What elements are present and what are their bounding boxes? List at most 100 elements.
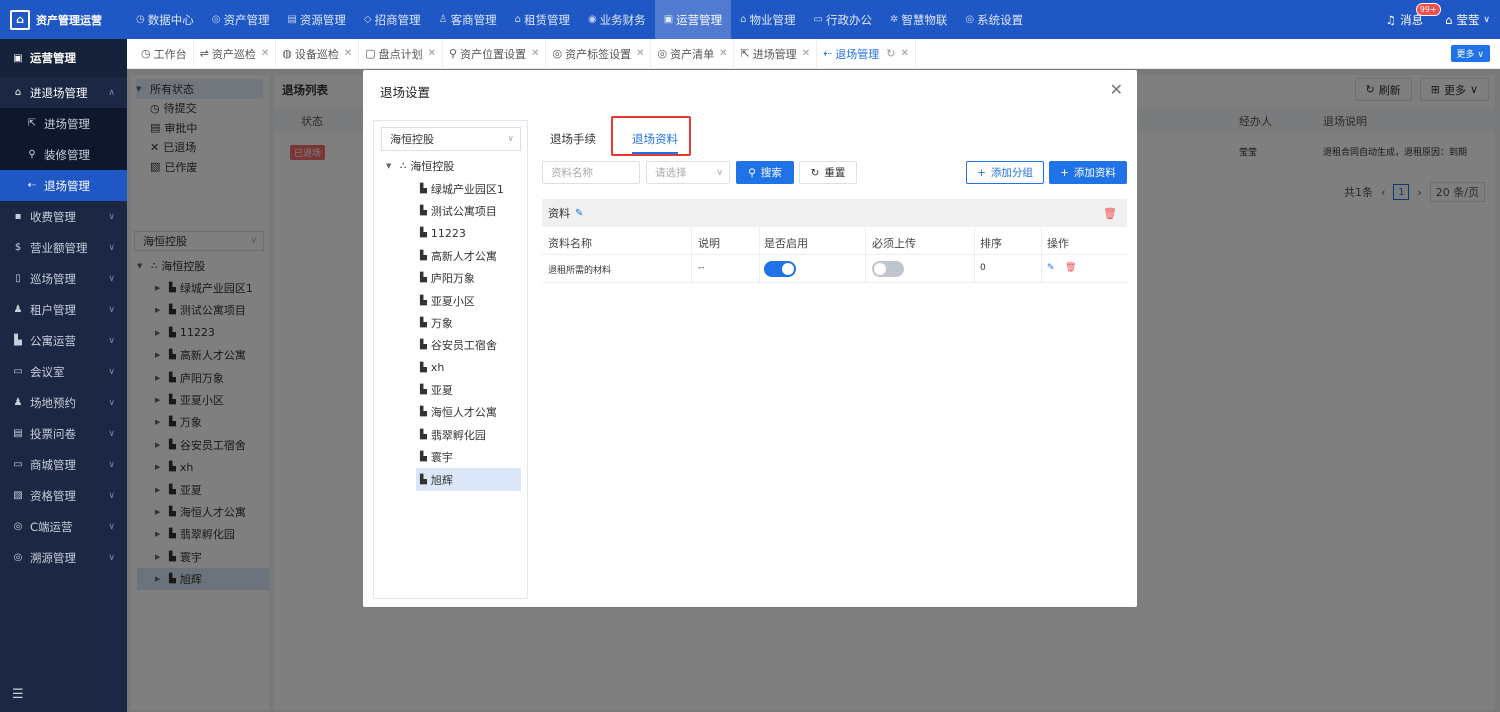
tree-node-label: 亚夏 (430, 384, 453, 398)
topnav-item[interactable]: ⌂ 物业管理 (731, 0, 804, 39)
reset-label: 重置 (824, 167, 846, 179)
page-tab[interactable]: ⇌ 资产巡检 ✕ (194, 38, 277, 69)
close-icon[interactable]: ✕ (802, 48, 810, 59)
page-tab[interactable]: ⇱ 进场管理 ✕ (734, 38, 818, 69)
sidebar-item[interactable]: ⇠ 退场管理 (0, 170, 127, 201)
close-icon[interactable]: ✕ (636, 48, 644, 59)
tree-node-label: 海恒控股 (410, 160, 455, 174)
sidebar-item[interactable]: ▪ 收费管理 ∨ (0, 201, 127, 232)
tabs-more-button[interactable]: 更多 ∨ (1450, 45, 1490, 62)
required-toggle[interactable] (872, 261, 904, 277)
close-icon[interactable]: ✕ (261, 48, 269, 59)
tree-node[interactable]: ▙ 旭辉 (416, 468, 521, 491)
sidebar-item[interactable]: $ 营业额管理 ∨ (0, 232, 127, 263)
sidebar-header[interactable]: ▣ 运营管理 (0, 39, 127, 77)
building-icon: ▙ (420, 250, 427, 261)
tree-node[interactable]: ▙ 测试公寓项目 (386, 200, 527, 222)
close-icon[interactable]: ✕ (344, 48, 352, 59)
topnav-item[interactable]: ◷ 数据中心 (127, 0, 203, 39)
delete-icon[interactable]: 🗑 (1103, 207, 1117, 220)
edit-icon[interactable]: ✎ (575, 208, 583, 219)
sidebar-item[interactable]: ◎ C端运营 ∨ (0, 511, 127, 542)
brand[interactable]: ⌂ 资产管理运营 (0, 0, 127, 39)
refresh-icon[interactable]: ↻ (886, 47, 895, 60)
sidebar-item[interactable]: ⇱ 进场管理 (0, 108, 127, 139)
sidebar-item[interactable]: ▭ 商城管理 ∨ (0, 449, 127, 480)
tree-node[interactable]: ▙ 绿城产业园区1 (386, 177, 527, 199)
topnav-item[interactable]: ◎ 系统设置 (956, 0, 1032, 39)
topnav-item[interactable]: ◇ 招商管理 (355, 0, 430, 39)
page-tab-active[interactable]: ⇠ 退场管理 ↻ ✕ (817, 38, 916, 69)
sidebar-item[interactable]: ◎ 溯源管理 ∨ (0, 542, 127, 573)
sidebar-item[interactable]: ▙ 公寓运营 ∨ (0, 325, 127, 356)
edit-icon[interactable]: ✎ (1047, 263, 1055, 273)
page-tab[interactable]: ◎ 资产清单 ✕ (651, 38, 735, 69)
sidebar-item[interactable]: ▯ 巡场管理 ∨ (0, 263, 127, 294)
dialog-org-select[interactable]: 海恒控股 ∨ (381, 127, 521, 151)
sidebar-item[interactable]: ▭ 会议室 ∨ (0, 356, 127, 387)
tree-node[interactable]: ▙ 高新人才公寓 (386, 245, 527, 267)
sidebar-item[interactable]: ▤ 投票问卷 ∨ (0, 418, 127, 449)
tree-node[interactable]: ▙ 谷安员工宿舍 (386, 334, 527, 356)
close-icon[interactable]: ✕ (1110, 80, 1123, 99)
tree-node[interactable]: ▙ 寰宇 (386, 446, 527, 468)
topnav-item[interactable]: ▤ 资源管理 (278, 0, 354, 39)
close-icon[interactable]: ✕ (901, 48, 909, 59)
tree-node[interactable]: ▙ xh (386, 357, 527, 379)
sidebar-item[interactable]: ♟ 租户管理 ∨ (0, 294, 127, 325)
reset-button[interactable]: ↻ 重置 (799, 161, 857, 184)
topnav-item[interactable]: ▣ 运营管理 (654, 0, 732, 39)
tree-node[interactable]: ▙ 万象 (386, 312, 527, 334)
enabled-toggle[interactable] (764, 261, 796, 277)
page-tab[interactable]: ◷ 工作台 (135, 38, 194, 69)
chevron-down-icon: ∨ (108, 304, 115, 315)
topnav-item[interactable]: ✲ 智慧物联 (881, 0, 956, 39)
search-button[interactable]: ⚲ 搜索 (736, 161, 794, 184)
page-tab[interactable]: ◎ 资产标签设置 ✕ (546, 38, 652, 69)
sidebar-item[interactable]: ▧ 资格管理 ∨ (0, 480, 127, 511)
tree-node[interactable]: ▙ 亚夏小区 (386, 289, 527, 311)
tree-node[interactable]: ▙ 11223 (386, 222, 527, 244)
sidebar-item[interactable]: ⚲ 装修管理 (0, 139, 127, 170)
topnav-item[interactable]: ▭ 行政办公 (805, 0, 881, 39)
tab-exit-procedures[interactable]: 退场手续 (542, 120, 604, 158)
user-menu[interactable]: ⌂ 莹莹 ∨ (1445, 12, 1490, 28)
messages-button[interactable]: ♫ 消息 99+ (1386, 2, 1441, 28)
close-icon[interactable]: ✕ (428, 48, 436, 59)
tree-node-root[interactable]: ▼ ⛬海恒控股 (386, 155, 527, 177)
tree-node-label: 高新人才公寓 (430, 249, 497, 263)
topnav-item[interactable]: ◉ 业务财务 (579, 0, 655, 39)
column-divider (1041, 255, 1042, 282)
column-divider (974, 227, 975, 254)
topnav-label: 数据中心 (147, 12, 194, 27)
page-tab[interactable]: ◍ 设备巡检 ✕ (276, 38, 360, 69)
sidebar-item-icon: ▭ (13, 459, 23, 470)
add-document-button[interactable]: + 添加资料 (1049, 161, 1127, 184)
chevron-down-icon: ∨ (108, 211, 115, 222)
table-row[interactable]: 退租所需的材料 -- 0 ✎ 🗑 (542, 255, 1127, 283)
topnav-item[interactable]: ⌂ 租赁管理 (506, 0, 579, 39)
doc-name-input[interactable]: 资料名称 (542, 161, 640, 184)
page-tab[interactable]: ▢ 盘点计划 ✕ (359, 38, 444, 69)
home-icon: ⌂ (1445, 12, 1453, 27)
tree-node[interactable]: ▙ 庐阳万象 (386, 267, 527, 289)
page-tab[interactable]: ⚲ 资产位置设置 ✕ (443, 38, 547, 69)
sidebar-item[interactable]: ⌂ 进退场管理 ∧ (0, 77, 127, 108)
tree-node[interactable]: ▙ 翡翠孵化园 (386, 424, 527, 446)
topnav-item[interactable]: ◎ 资产管理 (203, 0, 279, 39)
sidebar-item-label: 租户管理 (30, 302, 76, 317)
sidebar-item[interactable]: ♟ 场地预约 ∨ (0, 387, 127, 418)
add-group-button[interactable]: + 添加分组 (966, 161, 1044, 184)
menu-collapse-icon[interactable]: ☰ (12, 687, 24, 702)
tab-exit-documents[interactable]: 退场资料 (624, 120, 686, 158)
close-icon[interactable]: ✕ (719, 48, 727, 59)
tree-node[interactable]: ▙ 海恒人才公寓 (386, 401, 527, 423)
category-select[interactable]: 请选择 ∨ (646, 161, 730, 184)
tree-node[interactable]: ▙ 亚夏 (386, 379, 527, 401)
dialog-org-tree: ▼ ⛬ 海恒控股 ▙ 绿城产业园区1 ▙ 测试公寓项目 ▙ 11223 ▙ 高新人才公寓 ▙ 庐阳万象 ▙… (374, 155, 527, 491)
column-divider (691, 227, 692, 254)
close-icon[interactable]: ✕ (531, 48, 539, 59)
topnav-item[interactable]: ♙ 客商管理 (430, 0, 506, 39)
delete-icon[interactable]: 🗑 (1065, 263, 1076, 273)
sidebar-item-icon: $ (14, 242, 22, 253)
